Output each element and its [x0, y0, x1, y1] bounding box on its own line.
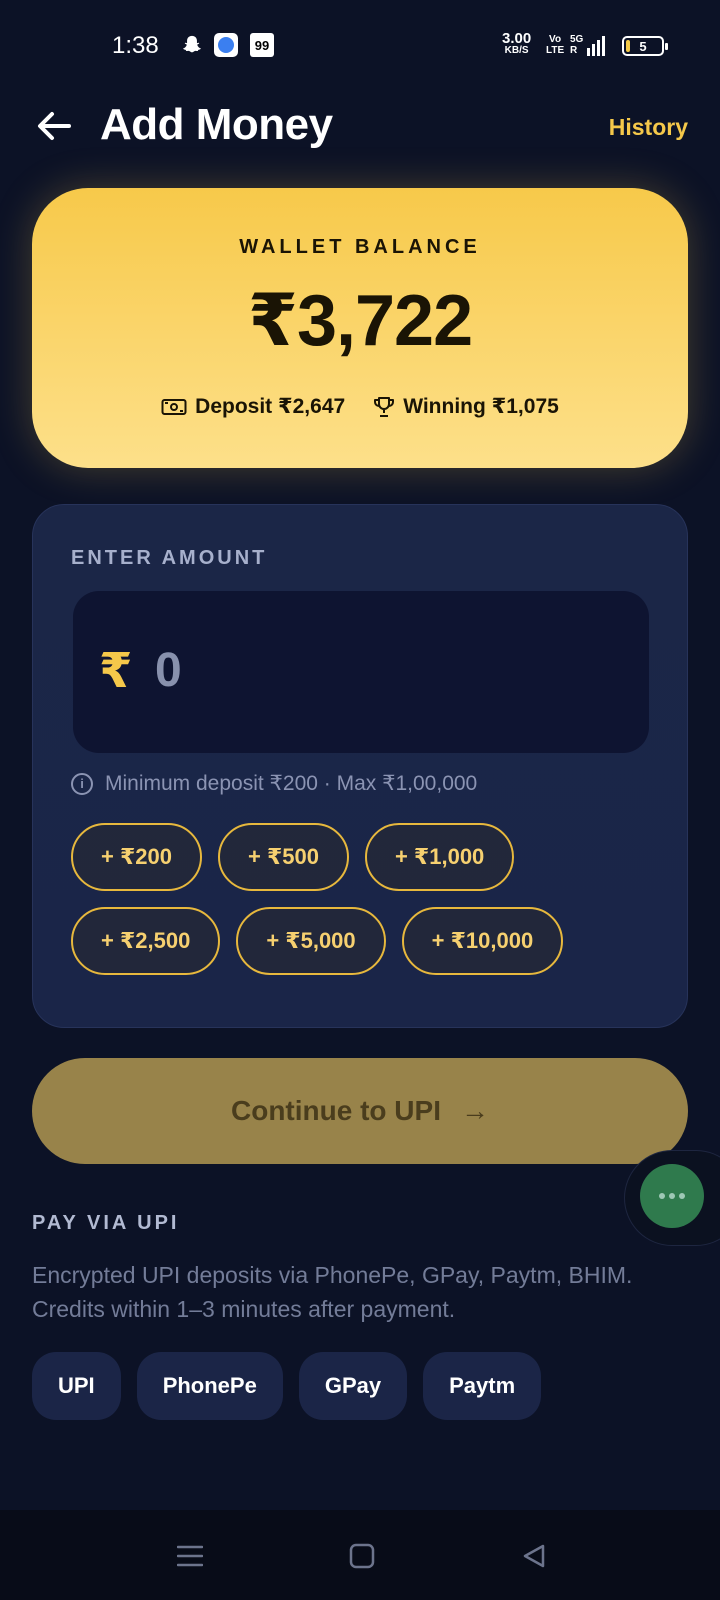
volte-top: Vo: [549, 34, 562, 45]
more-options-button[interactable]: [640, 1164, 704, 1228]
back-button[interactable]: [30, 100, 78, 152]
battery-icon: 5: [622, 36, 668, 56]
battery-level: 5: [639, 38, 647, 54]
signal-bar: [602, 36, 606, 56]
quick-amount-2500[interactable]: + ₹2,500: [71, 907, 221, 975]
amount-input[interactable]: ₹ 0: [73, 591, 649, 753]
wallet-balance-card: WALLET BALANCE ₹3,722 Deposit ₹2,647 Win…: [32, 188, 688, 468]
cash-icon: [161, 398, 187, 415]
deposit-limits-hint: i Minimum deposit ₹200 · Max ₹1,00,000: [71, 771, 477, 796]
quick-amount-10000[interactable]: + ₹10,000: [401, 907, 564, 975]
upi-methods: UPI PhonePe GPay Paytm: [32, 1352, 542, 1420]
upi-method-paytm[interactable]: Paytm: [423, 1352, 542, 1420]
battery-fill: [626, 40, 630, 52]
recent-apps-button[interactable]: [170, 1536, 210, 1576]
history-link[interactable]: History: [609, 114, 688, 141]
deposit-balance-label: Deposit ₹2,647: [195, 395, 346, 418]
navigation-bar: [0, 1510, 720, 1600]
quick-amount-1000[interactable]: + ₹1,000: [364, 823, 515, 891]
wallet-balance-amount: ₹3,722: [247, 281, 473, 361]
quick-amount-row: + ₹2,500 + ₹5,000 + ₹10,000: [71, 907, 564, 975]
notification-99-icon: 99: [250, 33, 274, 57]
rupee-icon: ₹: [99, 645, 133, 698]
pay-via-upi-description: Encrypted UPI deposits via PhonePe, GPay…: [32, 1262, 633, 1322]
volte-indicator: Vo LTE: [546, 34, 564, 56]
continue-button-label: Continue to UPI: [231, 1095, 441, 1126]
wallet-breakdown: Deposit ₹2,647 Winning ₹1,075: [32, 394, 688, 419]
signal-bar: [592, 44, 596, 56]
system-back-button[interactable]: [514, 1536, 554, 1576]
arrow-left-icon: [38, 112, 71, 140]
snapchat-icon: [180, 33, 204, 57]
upi-method-gpay[interactable]: GPay: [298, 1352, 408, 1420]
upi-method-phonepe[interactable]: PhonePe: [136, 1352, 283, 1420]
arrow-right-icon: →: [460, 1095, 489, 1126]
quick-amount-500[interactable]: + ₹500: [217, 823, 349, 891]
network-speed-unit: KB/S: [504, 45, 529, 56]
dot-icon: [669, 1193, 675, 1199]
deposit-balance: Deposit ₹2,647: [161, 394, 345, 419]
app-notification-icon: [214, 33, 238, 57]
info-icon: i: [71, 772, 93, 795]
network-speed: 3.00 KB/S: [502, 31, 531, 57]
back-triangle-icon: [523, 1544, 545, 1568]
dot-icon: [659, 1193, 665, 1199]
continue-to-upi-button[interactable]: Continue to UPI →: [32, 1058, 688, 1164]
home-square-icon: [349, 1543, 375, 1569]
quick-amount-200[interactable]: + ₹200: [71, 823, 202, 891]
signal-bar: [597, 40, 601, 56]
roaming-label: R: [570, 45, 578, 56]
home-button[interactable]: [342, 1536, 382, 1576]
menu-icon: [177, 1545, 203, 1567]
amount-value: 0: [155, 644, 182, 697]
dot-icon: [679, 1193, 685, 1199]
signal-bar: [587, 48, 591, 56]
quick-amount-row: + ₹200 + ₹500 + ₹1,000: [71, 823, 515, 891]
network-type: 5G: [570, 34, 584, 45]
wallet-balance-label: WALLET BALANCE: [239, 236, 481, 258]
volte-bottom: LTE: [546, 45, 565, 56]
status-bar: 1:38 99 3.00 KB/S Vo LTE 5G R 5: [0, 0, 720, 92]
page-title: Add Money: [100, 100, 333, 149]
signal-icon: 5G R: [570, 32, 606, 56]
winning-balance-label: Winning ₹1,075: [403, 395, 559, 418]
enter-amount-label: ENTER AMOUNT: [71, 547, 268, 569]
trophy-icon: [374, 396, 395, 417]
winning-balance: Winning ₹1,075: [373, 394, 559, 419]
pay-via-upi-title: PAY VIA UPI: [32, 1212, 180, 1234]
enter-amount-card: ENTER AMOUNT ₹ 0 i Minimum deposit ₹200 …: [32, 504, 688, 1028]
deposit-limits-text: Minimum deposit ₹200 · Max ₹1,00,000: [105, 772, 478, 795]
network-type-label: 5G R: [570, 34, 583, 56]
status-time: 1:38: [112, 32, 159, 59]
quick-amount-5000[interactable]: + ₹5,000: [236, 907, 386, 975]
upi-method-upi[interactable]: UPI: [32, 1352, 121, 1420]
